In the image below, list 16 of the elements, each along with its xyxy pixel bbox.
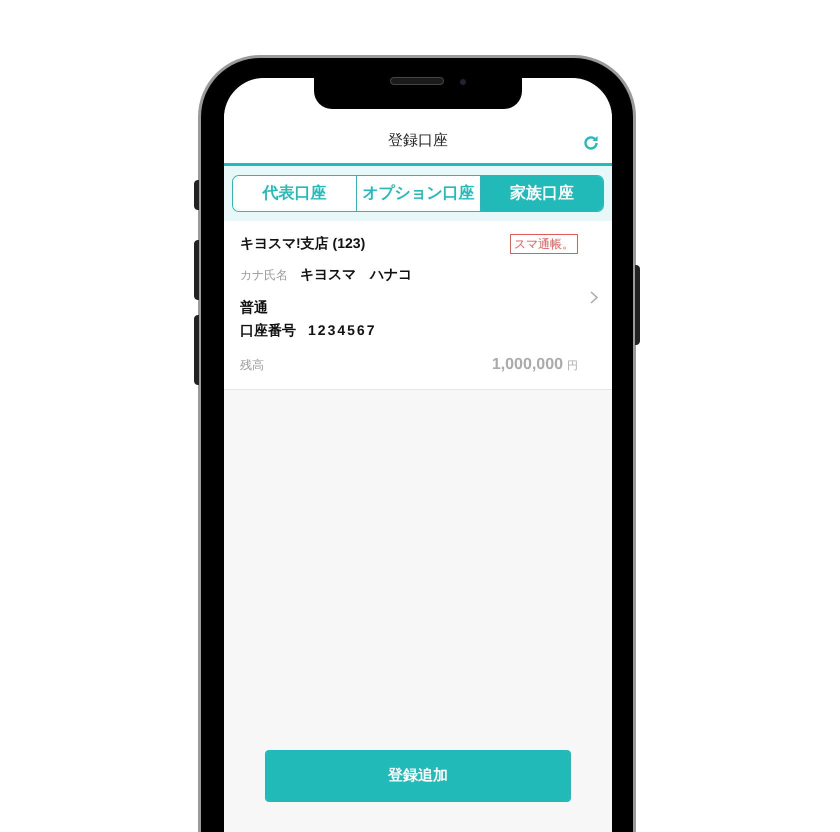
chevron-right-icon[interactable] <box>590 291 598 304</box>
account-number: 1234567 <box>308 321 377 340</box>
add-account-button[interactable]: 登録追加 <box>265 750 571 802</box>
passbook-badge: スマ通帳。 <box>510 234 578 254</box>
branch-name: キヨスマ!支店 (123) <box>240 234 366 253</box>
field-label: カナ氏名 <box>240 266 288 284</box>
account-type: 普通 <box>240 298 268 317</box>
refresh-icon[interactable] <box>582 134 600 152</box>
currency-unit: 円 <box>567 359 578 374</box>
screen-title: 登録口座 <box>388 131 448 152</box>
account-holder-name: キヨスマ ハナコ <box>300 265 412 284</box>
field-label: 口座番号 <box>240 321 296 340</box>
speaker-grille <box>390 77 444 85</box>
account-tab[interactable]: 家族口座 <box>480 176 603 211</box>
balance-amount: 1,000,000 <box>492 355 563 375</box>
field-label: 残高 <box>240 357 264 374</box>
